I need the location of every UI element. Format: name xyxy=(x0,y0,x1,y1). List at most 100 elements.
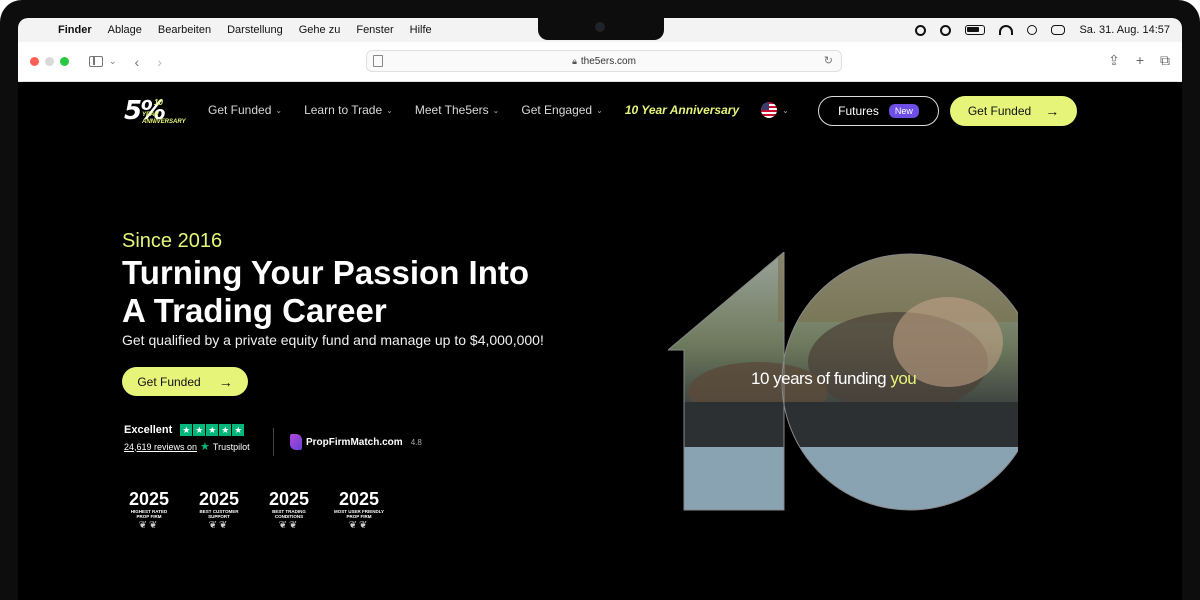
futures-button[interactable]: Futures New xyxy=(818,96,939,126)
chevron-down-icon: ⌄ xyxy=(492,105,500,115)
wifi-icon[interactable] xyxy=(999,25,1014,35)
lock-icon: 🔒︎ xyxy=(572,55,577,66)
zoom-window-button[interactable] xyxy=(60,57,69,66)
caption-highlight: you xyxy=(890,369,917,388)
divider xyxy=(273,428,274,456)
hero-headline: Turning Your Passion Into A Trading Care… xyxy=(122,254,642,330)
url-text: the5ers.com xyxy=(580,55,636,67)
the5ers-logo[interactable]: 5% 10 YEAR ANNIVERSARY xyxy=(124,96,194,126)
chevron-down-icon: ⌄ xyxy=(386,105,393,115)
propfirmmatch-logo-icon xyxy=(290,434,302,450)
menu-app-name[interactable]: Finder xyxy=(58,24,92,36)
star-icon: ★ xyxy=(219,424,232,436)
laptop-frame: Finder Ablage Bearbeiten Darstellung Geh… xyxy=(0,0,1200,600)
new-badge: New xyxy=(888,104,919,118)
chevron-down-icon: ⌄ xyxy=(275,105,283,115)
minimize-window-button[interactable] xyxy=(45,57,54,66)
headline-line-2: A Trading Career xyxy=(122,292,387,329)
nav-anniversary-link[interactable]: 10 Year Anniversary xyxy=(625,103,739,117)
menu-darstellung[interactable]: Darstellung xyxy=(227,24,283,36)
get-funded-hero-button[interactable]: Get Funded → xyxy=(122,367,248,396)
star-icon: ★ xyxy=(193,424,206,436)
chevron-down-icon[interactable]: ⌄ xyxy=(782,106,789,115)
page-menu-icon[interactable] xyxy=(373,55,383,67)
trustpilot-stars: ★ ★ ★ ★ ★ xyxy=(180,424,245,436)
forward-icon[interactable]: › xyxy=(157,54,162,70)
spotlight-search-icon[interactable] xyxy=(1027,25,1038,35)
get-funded-top-button[interactable]: Get Funded → xyxy=(950,96,1077,126)
trustpilot-reviews-link[interactable]: 24,619 reviews on xyxy=(124,442,197,452)
get-funded-label: Get Funded xyxy=(137,374,201,389)
menu-fenster[interactable]: Fenster xyxy=(356,24,393,36)
battery-icon[interactable] xyxy=(965,25,986,35)
award-badge: 2025 BEST CUSTOMER SUPPORT ❦❦ xyxy=(192,490,246,531)
award-badge: 2025 MOST USER FRIENDLY PROP FIRM ❦❦ xyxy=(332,490,386,531)
creative-cloud-icon[interactable] xyxy=(940,24,952,36)
control-center-icon[interactable] xyxy=(1051,25,1066,35)
record-icon[interactable] xyxy=(915,24,927,36)
sidebar-toggle-icon[interactable] xyxy=(89,56,103,67)
menu-hilfe[interactable]: Hilfe xyxy=(410,24,432,36)
caption-text: 10 years of funding xyxy=(751,369,887,388)
website: 5% 10 YEAR ANNIVERSARY Get Funded ⌄ Learn … xyxy=(18,82,1182,600)
nav-menu: Get Funded ⌄ Learn to Trade ⌄ Meet The5ers… xyxy=(208,102,789,118)
chevron-down-icon: ⌄ xyxy=(596,105,603,115)
macos-menubar: Finder Ablage Bearbeiten Darstellung Geh… xyxy=(18,18,1182,42)
tab-overview-icon[interactable]: ⧉ xyxy=(1160,52,1170,69)
star-icon: ★ xyxy=(206,424,219,436)
menubar-clock[interactable]: Sa. 31. Aug. 14:57 xyxy=(1079,24,1170,36)
close-window-button[interactable] xyxy=(30,57,39,66)
menu-bearbeiten[interactable]: Bearbeiten xyxy=(158,24,211,36)
award-title: BEST TRADING CONDITIONS xyxy=(272,509,306,519)
logo-ten: 10 xyxy=(154,98,163,107)
get-funded-label: Get Funded xyxy=(967,104,1032,118)
award-title: MOST USER FRIENDLY PROP FIRM xyxy=(333,509,385,519)
trustpilot-logo-icon: ★ xyxy=(200,441,210,453)
awards-row: 2025 HIGHEST RATED PROP FIRM ❦❦ 2025 BES… xyxy=(122,490,386,531)
browser-toolbar: ⌄ ‹ › 🔒︎ the5ers.com ↻ ⇪ + ⧉ xyxy=(18,42,1182,82)
arrow-right-icon: → xyxy=(218,373,233,390)
screen: Finder Ablage Bearbeiten Darstellung Geh… xyxy=(18,18,1182,600)
address-bar[interactable]: 🔒︎ the5ers.com ↻ xyxy=(366,50,842,72)
propfirmmatch-widget[interactable]: PropFirmMatch.com 4.8 xyxy=(290,434,422,450)
award-title: HIGHEST RATED PROP FIRM xyxy=(130,509,168,519)
menu-ablage[interactable]: Ablage xyxy=(108,24,142,36)
logo-anniv: ANNIVERSARY xyxy=(142,119,186,125)
award-year: 2025 xyxy=(128,489,170,509)
futures-label: Futures xyxy=(838,104,879,118)
hero-graphic-caption: 10 years of funding you xyxy=(751,369,917,389)
nav-label: Get Engaged xyxy=(521,103,593,117)
camera-notch xyxy=(538,18,664,40)
nav-get-engaged[interactable]: Get Engaged ⌄ xyxy=(521,103,602,117)
hero-subline: Get qualified by a private equity fund a… xyxy=(122,332,544,348)
back-icon[interactable]: ‹ xyxy=(135,54,140,70)
trustpilot-brand: Trustpilot xyxy=(212,441,250,452)
award-badge: 2025 BEST TRADING CONDITIONS ❦❦ xyxy=(262,490,316,531)
star-icon: ★ xyxy=(232,424,245,436)
camera-icon xyxy=(595,22,605,32)
nav-meet-the5ers[interactable]: Meet The5ers ⌄ xyxy=(415,103,500,117)
trustpilot-widget[interactable]: Excellent ★ ★ ★ ★ ★ 24,619 reviews on ★ Trus… xyxy=(124,424,264,453)
star-icon: ★ xyxy=(180,424,193,436)
us-flag-icon[interactable] xyxy=(761,102,778,118)
award-year: 2025 xyxy=(198,489,240,509)
award-year: 2025 xyxy=(338,489,380,509)
menubar-status-area: Sa. 31. Aug. 14:57 xyxy=(915,18,1170,42)
headline-line-1: Turning Your Passion Into xyxy=(122,254,530,291)
nav-label: Meet The5ers xyxy=(414,103,489,117)
menu-gehe-zu[interactable]: Gehe zu xyxy=(299,24,341,36)
reload-icon[interactable]: ↻ xyxy=(824,54,833,67)
logo-anniversary-text: YEAR ANNIVERSARY xyxy=(142,112,186,126)
nav-learn-to-trade[interactable]: Learn to Trade ⌄ xyxy=(304,103,393,117)
propfirmmatch-rating: 4.8 xyxy=(410,437,422,447)
award-title: BEST CUSTOMER SUPPORT xyxy=(199,509,239,519)
nav-label: Learn to Trade xyxy=(304,103,383,117)
nav-get-funded[interactable]: Get Funded ⌄ xyxy=(208,103,282,117)
since-label: Since 2016 xyxy=(122,230,223,252)
new-tab-icon[interactable]: + xyxy=(1136,52,1144,69)
logo-year: YEAR xyxy=(142,112,159,118)
chevron-down-icon[interactable]: ⌄ xyxy=(109,56,117,67)
toolbar-actions: ⇪ + ⧉ xyxy=(1108,52,1170,69)
award-year: 2025 xyxy=(268,489,310,509)
share-icon[interactable]: ⇪ xyxy=(1108,52,1120,69)
